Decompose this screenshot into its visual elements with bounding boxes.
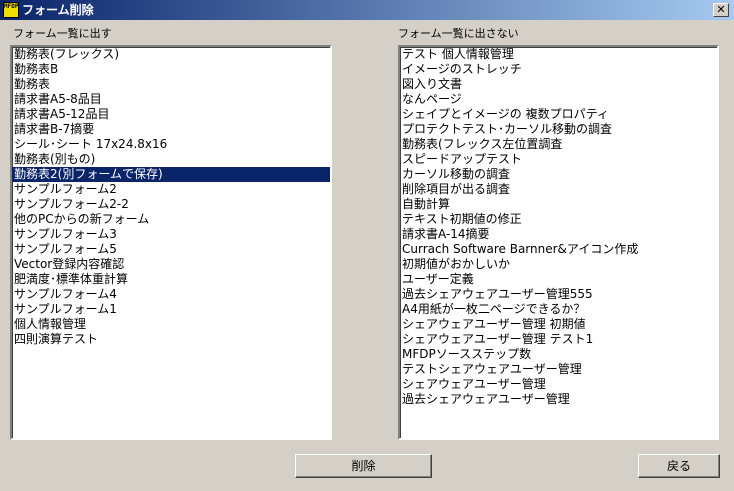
list-item[interactable]: カーソル移動の調査: [400, 167, 717, 182]
list-item[interactable]: シェイプとイメージの 複数プロパティ: [400, 107, 717, 122]
list-item[interactable]: シェアウェアユーザー管理: [400, 377, 717, 392]
hidden-forms-list[interactable]: テスト 個人情報管理 イメージのストレッチ 図入り文書 なんページ シェイプとイメージの…: [398, 45, 719, 440]
list-item[interactable]: シール･シート 17x24.8x16: [12, 137, 330, 152]
right-list-label: フォーム一覧に出さない: [398, 27, 519, 40]
list-item[interactable]: 請求書A-14摘要: [400, 227, 717, 242]
list-item[interactable]: Currach Software Barnner&アイコン作成: [400, 242, 717, 257]
list-item[interactable]: シェアウェアユーザー管理 テスト1: [400, 332, 717, 347]
list-item[interactable]: 個人情報管理: [12, 317, 330, 332]
list-item[interactable]: 請求書B-7摘要: [12, 122, 330, 137]
title-bar: MFDP フォーム削除 ✕: [0, 0, 734, 20]
delete-button[interactable]: 削除: [295, 454, 432, 478]
list-item[interactable]: テキスト初期値の修正: [400, 212, 717, 227]
list-item[interactable]: 請求書A5-8品目: [12, 92, 330, 107]
list-item[interactable]: 請求書A5-12品目: [12, 107, 330, 122]
app-icon: MFDP: [3, 2, 19, 18]
list-item[interactable]: 自動計算: [400, 197, 717, 212]
list-item[interactable]: 過去シェアウェアユーザー管理555: [400, 287, 717, 302]
close-button[interactable]: ✕: [713, 3, 729, 17]
list-item[interactable]: 勤務表: [12, 77, 330, 92]
list-item[interactable]: 勤務表(フレックス左位置調査: [400, 137, 717, 152]
list-item[interactable]: サンプルフォーム4: [12, 287, 330, 302]
window-title: フォーム削除: [22, 3, 94, 17]
list-item[interactable]: MFDPソースステップ数: [400, 347, 717, 362]
list-item[interactable]: 他のPCからの新フォーム: [12, 212, 330, 227]
list-item[interactable]: サンプルフォーム5: [12, 242, 330, 257]
list-item[interactable]: 勤務表2(別フォームで保存): [12, 167, 330, 182]
list-item[interactable]: シェアウェアユーザー管理 初期値: [400, 317, 717, 332]
hidden-forms-items: テスト 個人情報管理 イメージのストレッチ 図入り文書 なんページ シェイプとイメージの…: [400, 47, 717, 407]
list-item[interactable]: なんページ: [400, 92, 717, 107]
list-item[interactable]: プロテクトテスト･カーソル移動の調査: [400, 122, 717, 137]
list-item[interactable]: 肥満度･標準体重計算: [12, 272, 330, 287]
list-item[interactable]: 勤務表(フレックス): [12, 47, 330, 62]
list-item[interactable]: スピードアップテスト: [400, 152, 717, 167]
list-item[interactable]: Vector登録内容確認: [12, 257, 330, 272]
list-item[interactable]: サンプルフォーム2: [12, 182, 330, 197]
list-item[interactable]: テストシェアウェアユーザー管理: [400, 362, 717, 377]
back-button[interactable]: 戻る: [638, 454, 720, 478]
list-item[interactable]: テスト 個人情報管理: [400, 47, 717, 62]
list-item[interactable]: 初期値がおかしいか: [400, 257, 717, 272]
list-item[interactable]: 図入り文書: [400, 77, 717, 92]
visible-forms-list[interactable]: 勤務表(フレックス) 勤務表B 勤務表 請求書A5-8品目 請求書A5-12品目 請求書B…: [10, 45, 332, 440]
list-item[interactable]: 勤務表B: [12, 62, 330, 77]
list-item[interactable]: サンプルフォーム2-2: [12, 197, 330, 212]
left-list-label: フォーム一覧に出す: [13, 27, 112, 40]
list-item[interactable]: サンプルフォーム1: [12, 302, 330, 317]
list-item[interactable]: 削除項目が出る調査: [400, 182, 717, 197]
list-item[interactable]: A4用紙が一枚二ページできるか？: [400, 302, 717, 317]
list-item[interactable]: イメージのストレッチ: [400, 62, 717, 77]
list-item[interactable]: 勤務表(別もの): [12, 152, 330, 167]
list-item[interactable]: 四則演算テスト: [12, 332, 330, 347]
list-item[interactable]: サンプルフォーム3: [12, 227, 330, 242]
list-item[interactable]: 過去シェアウェアユーザー管理: [400, 392, 717, 407]
list-item[interactable]: ユーザー定義: [400, 272, 717, 287]
visible-forms-items: 勤務表(フレックス) 勤務表B 勤務表 請求書A5-8品目 請求書A5-12品目 請求書B…: [12, 47, 330, 347]
